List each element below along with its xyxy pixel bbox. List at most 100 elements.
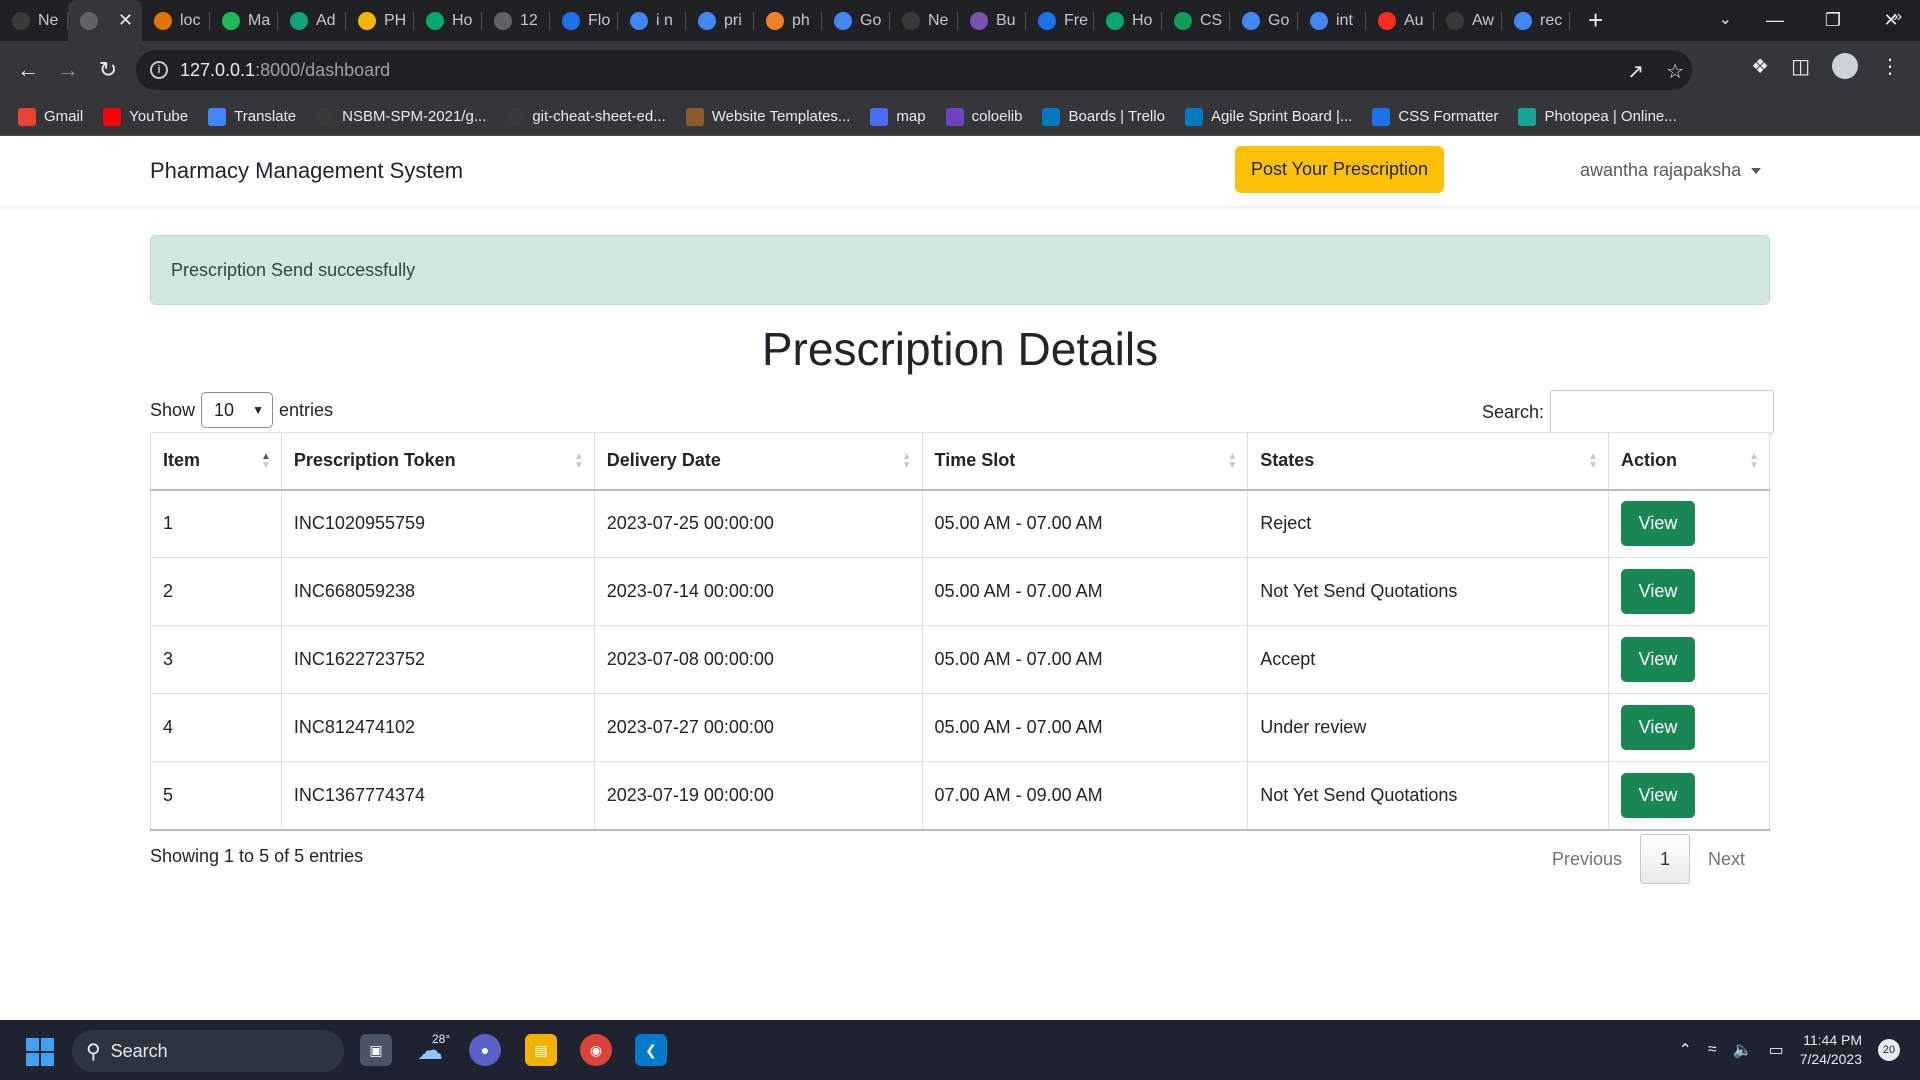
browser-tab[interactable]: ✕ bbox=[68, 0, 142, 41]
cell-time-slot: 05.00 AM - 07.00 AM bbox=[921, 625, 1249, 694]
browser-tab[interactable]: Ad bbox=[278, 0, 346, 41]
view-button[interactable]: View bbox=[1621, 501, 1696, 547]
post-prescription-button[interactable]: Post Your Prescription bbox=[1235, 146, 1444, 193]
user-menu-dropdown[interactable]: awantha rajapaksha bbox=[1580, 160, 1762, 181]
minimize-icon[interactable]: — bbox=[1746, 10, 1804, 31]
bookmark-item[interactable]: Photopea | Online... bbox=[1518, 107, 1677, 126]
notification-badge[interactable]: 20 bbox=[1878, 1039, 1900, 1061]
column-header-delivery-date[interactable]: Delivery Date ▲ ▼ bbox=[593, 432, 923, 491]
bookmark-star-icon[interactable]: ☆ bbox=[1666, 59, 1684, 84]
close-window-icon[interactable]: ✕ bbox=[1862, 10, 1920, 31]
browser-tab[interactable]: Ne bbox=[890, 0, 958, 41]
cell-item: 2 bbox=[150, 557, 282, 626]
bookmark-item[interactable]: Website Templates... bbox=[685, 107, 850, 126]
browser-tab[interactable]: int bbox=[1298, 0, 1366, 41]
extensions-icon[interactable]: ❖ bbox=[1751, 54, 1769, 79]
prescription-table: Item ▲ ▼ Prescription Token ▲ ▼ Delivery Dat… bbox=[150, 432, 1770, 831]
cell-delivery-date: 2023-07-19 00:00:00 bbox=[593, 761, 923, 831]
browser-tab[interactable]: loc bbox=[142, 0, 210, 41]
browser-tab[interactable]: Bu bbox=[958, 0, 1026, 41]
sort-icon: ▲ ▼ bbox=[1588, 451, 1599, 471]
file-explorer-icon[interactable]: ▤ bbox=[525, 1034, 557, 1066]
bookmark-item[interactable]: Agile Sprint Board |... bbox=[1184, 107, 1352, 126]
bookmark-item[interactable]: map bbox=[870, 107, 926, 126]
browser-tab[interactable]: Fre bbox=[1026, 0, 1094, 41]
browser-tab[interactable]: Go bbox=[1230, 0, 1298, 41]
browser-tab[interactable]: 12 bbox=[482, 0, 550, 41]
table-search-control: Search: bbox=[1482, 390, 1775, 434]
reload-icon[interactable]: ↻ bbox=[88, 57, 128, 83]
browser-tab[interactable]: Go bbox=[822, 0, 890, 41]
column-header-action[interactable]: Action ▲ ▼ bbox=[1608, 432, 1770, 491]
column-header-token[interactable]: Prescription Token ▲ ▼ bbox=[280, 432, 595, 491]
bookmark-item[interactable]: YouTube bbox=[103, 107, 189, 126]
chevron-down-icon: ▼ bbox=[252, 403, 265, 417]
task-view-icon[interactable]: ▣ bbox=[360, 1034, 392, 1066]
previous-page-button[interactable]: Previous bbox=[1534, 849, 1640, 870]
bookmark-item[interactable]: NSBM-SPM-2021/g... bbox=[316, 107, 486, 126]
success-alert: Prescription Send successfully bbox=[150, 235, 1770, 305]
page-1-button[interactable]: 1 bbox=[1640, 834, 1691, 884]
browser-tab[interactable]: Flo bbox=[550, 0, 618, 41]
profile-avatar[interactable] bbox=[1832, 53, 1858, 79]
m-icon bbox=[222, 11, 240, 30]
address-bar[interactable]: i 127.0.0.1:8000/dashboard ↗ ☆ bbox=[136, 50, 1692, 90]
volume-icon[interactable]: 🔈 bbox=[1733, 1040, 1753, 1060]
bookmark-item[interactable]: coloelib bbox=[945, 107, 1023, 126]
chevron-up-icon[interactable]: ⌃ bbox=[1678, 1040, 1691, 1060]
navbar-brand[interactable]: Pharmacy Management System bbox=[150, 158, 463, 184]
browser-tab[interactable]: Aw bbox=[1434, 0, 1502, 41]
table-search-input[interactable] bbox=[1550, 390, 1775, 434]
chrome-icon[interactable]: ◉ bbox=[580, 1034, 612, 1066]
browser-tab[interactable]: CS bbox=[1162, 0, 1230, 41]
browser-tab[interactable]: Ne bbox=[0, 0, 68, 41]
column-header-item[interactable]: Item ▲ ▼ bbox=[150, 432, 282, 491]
view-button[interactable]: View bbox=[1621, 569, 1696, 614]
column-header-states[interactable]: States ▲ ▼ bbox=[1247, 432, 1610, 491]
browser-tab[interactable]: Ma bbox=[210, 0, 278, 41]
bookmark-item[interactable]: CSS Formatter bbox=[1372, 107, 1498, 126]
back-icon[interactable]: ← bbox=[8, 57, 48, 83]
view-button[interactable]: View bbox=[1621, 772, 1696, 818]
clock[interactable]: 11:44 PM 7/24/2023 bbox=[1800, 1031, 1862, 1069]
taskbar-search[interactable]: ⚲ Search bbox=[72, 1030, 344, 1072]
bookmark-label: coloelib bbox=[971, 108, 1023, 125]
entries-select[interactable]: 10 ▼ bbox=[201, 392, 274, 428]
bookmark-item[interactable]: git-cheat-sheet-ed... bbox=[506, 107, 666, 126]
site-info-icon[interactable]: i bbox=[150, 61, 168, 79]
cell-time-slot: 07.00 AM - 09.00 AM bbox=[921, 761, 1249, 831]
next-page-button[interactable]: Next bbox=[1690, 849, 1763, 870]
vscode-icon[interactable]: ❮ bbox=[635, 1034, 667, 1066]
new-tab-icon[interactable]: + bbox=[1588, 5, 1603, 36]
share-icon[interactable]: ↗ bbox=[1627, 59, 1644, 84]
bookmark-label: YouTube bbox=[129, 108, 189, 125]
browser-tab[interactable]: Ho bbox=[414, 0, 482, 41]
browser-tab[interactable]: Ho bbox=[1094, 0, 1162, 41]
browser-tab[interactable]: i n bbox=[618, 0, 686, 41]
taskbar-search-label: Search bbox=[110, 1040, 168, 1061]
view-button[interactable]: View bbox=[1621, 637, 1696, 682]
wifi-icon[interactable]: ≈ bbox=[1708, 1041, 1717, 1059]
bookmark-item[interactable]: Boards | Trello bbox=[1042, 107, 1165, 126]
browser-tab[interactable]: PH bbox=[346, 0, 414, 41]
view-button[interactable]: View bbox=[1621, 705, 1696, 750]
teams-chat-icon[interactable]: ● bbox=[469, 1034, 501, 1066]
cell-token: INC1622723752 bbox=[280, 625, 595, 694]
more-bookmarks-icon[interactable]: » bbox=[1893, 8, 1902, 26]
column-header-time-slot[interactable]: Time Slot ▲ ▼ bbox=[921, 432, 1249, 491]
menu-kebab-icon[interactable]: ⋮ bbox=[1880, 54, 1900, 79]
browser-tab[interactable]: rec bbox=[1502, 0, 1570, 41]
forward-icon[interactable]: → bbox=[48, 57, 88, 83]
browser-tab[interactable]: ph bbox=[754, 0, 822, 41]
bookmark-item[interactable]: Translate bbox=[208, 107, 296, 126]
browser-tab[interactable]: pri bbox=[686, 0, 754, 41]
battery-icon[interactable]: ▭ bbox=[1769, 1040, 1784, 1060]
restore-icon[interactable]: ❐ bbox=[1804, 10, 1862, 31]
cell-action: View bbox=[1608, 693, 1770, 762]
side-panel-icon[interactable]: ◫ bbox=[1791, 54, 1810, 79]
browser-tab[interactable]: Au bbox=[1366, 0, 1434, 41]
tab-search-icon[interactable]: ⌄ bbox=[1719, 9, 1732, 29]
windows-start-icon[interactable] bbox=[26, 1038, 54, 1066]
bookmark-item[interactable]: Gmail bbox=[18, 107, 83, 126]
close-tab-icon[interactable]: ✕ bbox=[118, 10, 133, 31]
